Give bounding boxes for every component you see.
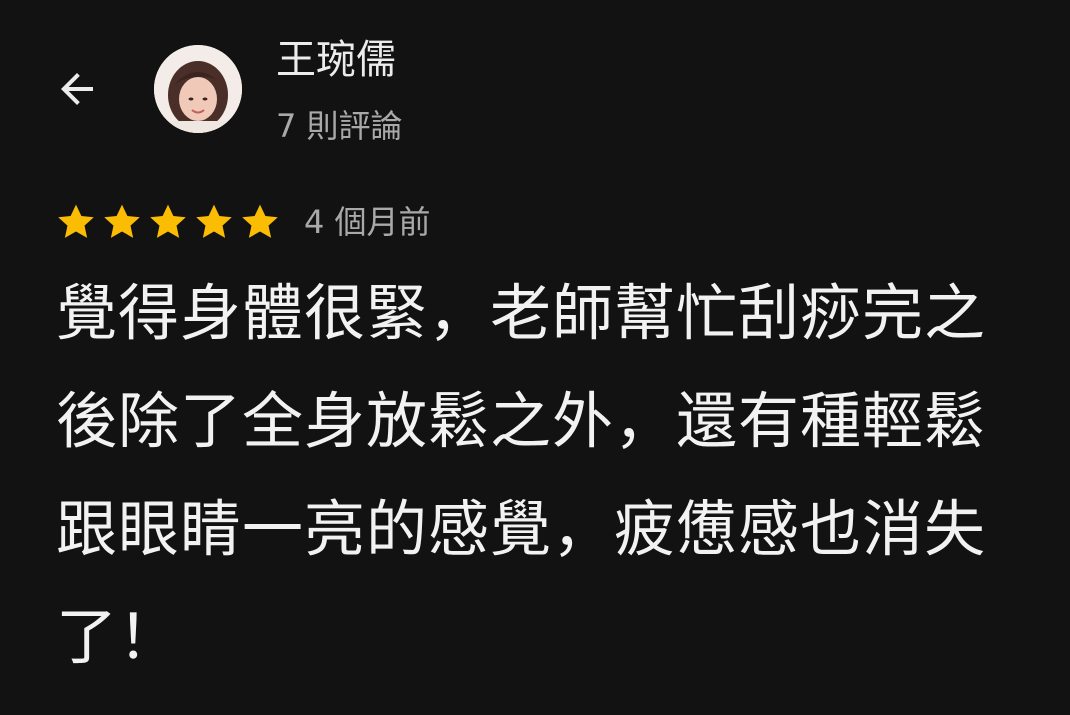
- review-date: 4 個月前: [304, 203, 431, 241]
- star-icon: [58, 204, 94, 238]
- reviewer-name[interactable]: 王琬儒: [276, 36, 396, 84]
- star-rating: [54, 200, 282, 244]
- star-icon: [196, 204, 232, 238]
- user-avatar-photo: [154, 45, 242, 133]
- review-text: 覺得身體很緊，老師幫忙刮痧完之後除了全身放鬆之外，還有種輕鬆跟眼睛一亮的感覺，疲…: [56, 278, 987, 673]
- user-avatar[interactable]: [154, 45, 242, 133]
- review-header: 王琬儒 7 則評論: [0, 0, 1070, 170]
- review-detail-screen: 王琬儒 7 則評論 4 個月前 覺得身體很緊，老師幫忙刮痧完之後除了全身放鬆之外…: [0, 0, 1070, 715]
- star-icon: [242, 204, 278, 238]
- reviewer-review-count: 7 則評論: [276, 107, 403, 145]
- rating-row: 4 個月前: [54, 198, 431, 246]
- star-icon: [104, 204, 140, 238]
- arrow-left-icon: [61, 73, 93, 105]
- back-button[interactable]: [48, 60, 106, 118]
- star-icon: [150, 204, 186, 238]
